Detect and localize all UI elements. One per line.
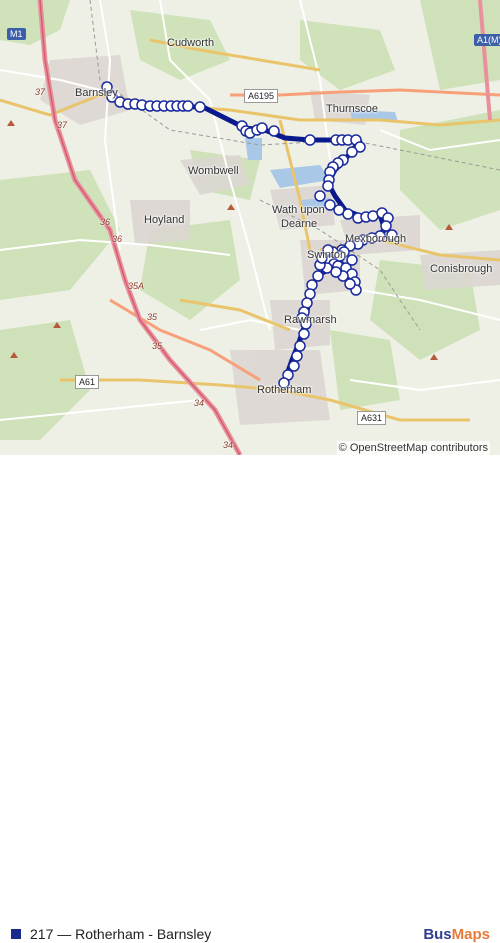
- route-color-swatch: [11, 929, 21, 939]
- brand-part-maps: Maps: [451, 926, 490, 943]
- junction-label-37-b: 37: [57, 120, 68, 130]
- junction-label-37-a: 37: [35, 87, 46, 97]
- bus-stop-marker[interactable]: [380, 220, 392, 232]
- bus-stop-marker[interactable]: [322, 180, 334, 192]
- bus-stop-marker[interactable]: [194, 101, 206, 113]
- bus-stop-marker[interactable]: [342, 208, 354, 220]
- place-label-swinton: Swinton: [307, 249, 347, 261]
- bus-stop-marker[interactable]: [304, 134, 316, 146]
- bus-stop-marker[interactable]: [312, 270, 324, 282]
- map-canvas[interactable]: Cudworth Barnsley Thurnscoe Wombwell Hoy…: [0, 0, 500, 455]
- road-label-m1: M1: [7, 28, 26, 40]
- place-label-conisbrough: Conisbrough: [430, 263, 493, 275]
- place-label-thurnscoe: Thurnscoe: [326, 103, 378, 115]
- bus-stop-marker[interactable]: [298, 328, 310, 340]
- place-label-cudworth: Cudworth: [167, 37, 215, 49]
- road-label-a6195: A6195: [244, 89, 279, 103]
- junction-label-36-b: 36: [112, 234, 123, 244]
- junction-label-34-a: 34: [194, 398, 205, 408]
- place-label-dearne: Dearne: [281, 218, 318, 230]
- junction-label-35-a: 35: [147, 312, 158, 322]
- junction-label-34-b: 34: [223, 440, 234, 450]
- place-label-rotherham: Rotherham: [257, 384, 312, 396]
- place-label-rawmarsh: Rawmarsh: [284, 314, 337, 326]
- place-label-barnsley: Barnsley: [75, 87, 118, 99]
- bus-stop-marker[interactable]: [314, 190, 326, 202]
- brand-part-bus: Bus: [423, 926, 452, 943]
- bus-stop-marker[interactable]: [346, 254, 358, 266]
- road-label-a1m: A1(M): [474, 34, 500, 46]
- place-label-wombwell: Wombwell: [188, 165, 239, 177]
- map-footer: 217 — Rotherham - Barnsley BusMaps: [0, 456, 500, 943]
- junction-label-35-b: 35: [152, 341, 163, 351]
- bus-stop-marker[interactable]: [256, 122, 268, 134]
- busmaps-logo[interactable]: BusMaps: [423, 926, 490, 943]
- route-legend-label: 217 — Rotherham - Barnsley: [30, 926, 212, 942]
- road-label-a61: A61: [75, 375, 100, 389]
- bus-stop-marker[interactable]: [182, 100, 194, 112]
- place-label-wath-upon: Wath upon: [272, 204, 325, 216]
- map-attribution[interactable]: © OpenStreetMap contributors: [336, 441, 490, 455]
- bus-stop-marker[interactable]: [294, 340, 306, 352]
- bus-stop-marker[interactable]: [346, 146, 358, 158]
- bus-stop-marker[interactable]: [291, 350, 303, 362]
- place-label-hoyland: Hoyland: [144, 214, 185, 226]
- junction-label-36-a: 36: [100, 217, 111, 227]
- place-label-mexborough: Mexborough: [345, 233, 407, 245]
- road-label-a631: A631: [357, 411, 387, 425]
- bus-stop-marker[interactable]: [268, 125, 280, 137]
- bus-stop-marker[interactable]: [288, 360, 300, 372]
- junction-label-35a: 35A: [128, 281, 145, 291]
